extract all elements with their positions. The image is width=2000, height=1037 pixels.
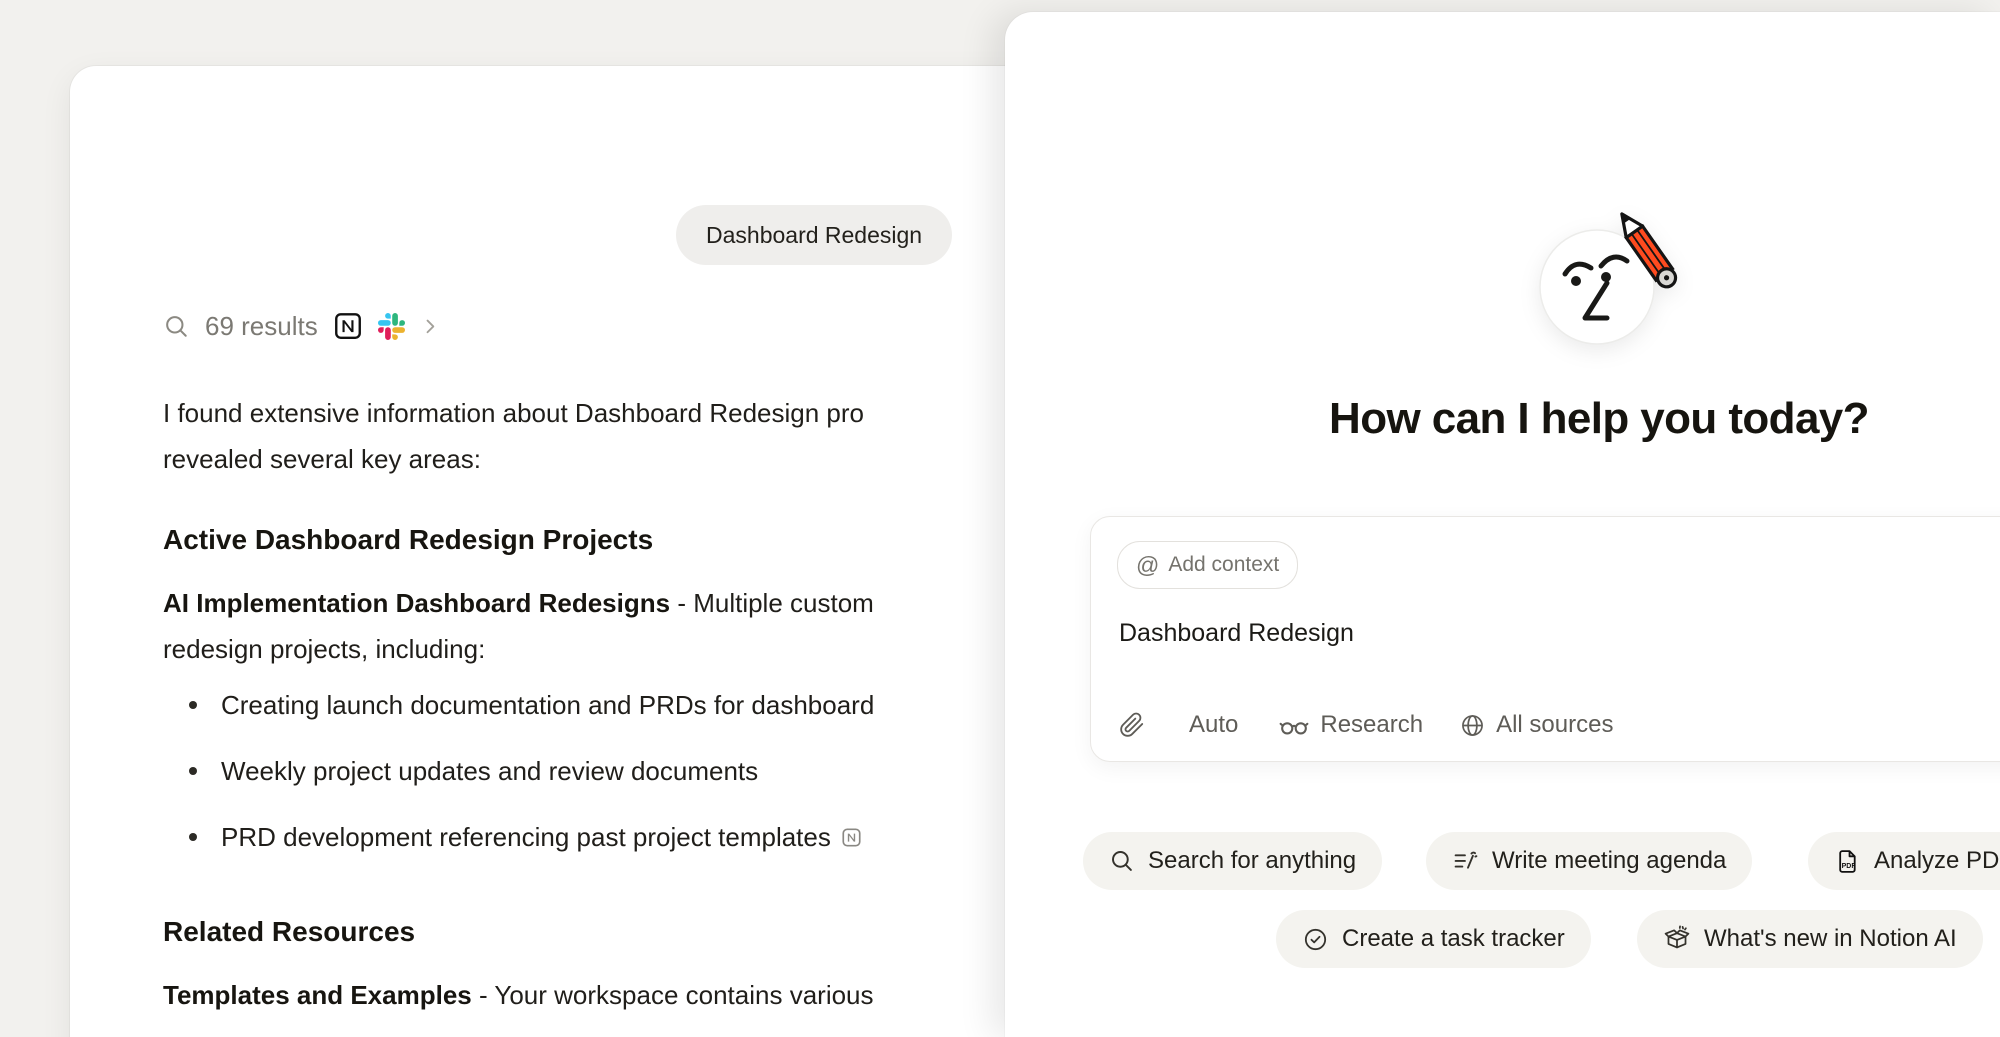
chip-label: Create a task tracker [1342,925,1565,953]
slack-icon [378,313,405,340]
notion-icon [333,311,363,341]
list-item: Weekly project updates and review docume… [163,754,874,788]
mode-label: Auto [1189,711,1238,739]
intro-line-1: I found extensive information about Dash… [163,390,864,436]
add-context-label: Add context [1168,553,1279,577]
pdf-icon: PDF [1834,848,1861,875]
search-icon [1109,848,1135,874]
project-summary-rest: - Multiple custom [670,588,874,618]
section-title-active-projects: Active Dashboard Redesign Projects [163,524,653,556]
suggestion-analyze-pdf[interactable]: PDF Analyze PDF [1808,832,2000,890]
list-item: Creating launch documentation and PRDs f… [163,688,874,722]
composer[interactable]: @ Add context Dashboard Redesign Auto [1090,516,2000,762]
agenda-pencil-icon [1452,848,1479,875]
notion-ai-screen: Dashboard Redesign 69 results I found ex… [0,0,2000,1037]
at-icon: @ [1136,554,1159,577]
composer-toolbar: Auto Research [1119,697,1613,753]
ai-chat-panel: How can I help you today? @ Add context … [1005,12,2000,1037]
templates-summary-line: Templates and Examples - Your workspace … [163,972,874,1018]
project-summary-line-2: redesign projects, including: [163,626,485,672]
bullet-text: Creating launch documentation and PRDs f… [221,688,874,722]
notion-ai-face-pencil-icon [1535,204,1705,364]
globe-icon [1459,712,1486,739]
search-results-panel: Dashboard Redesign 69 results I found ex… [70,66,1110,1037]
project-summary-bold: AI Implementation Dashboard Redesigns [163,588,670,618]
chip-label: Analyze PDF [1874,847,2000,875]
templates-summary-rest: - Your workspace contains various [472,980,874,1010]
paperclip-icon [1119,712,1145,738]
check-circle-icon [1302,926,1329,953]
chevron-right-icon [420,316,440,336]
sources-selector[interactable]: All sources [1459,711,1613,739]
notion-source-badge-icon[interactable] [841,827,862,848]
glasses-icon [1278,712,1310,738]
results-count: 69 results [205,311,318,342]
research-toggle[interactable]: Research [1278,711,1423,739]
chip-label: Write meeting agenda [1492,847,1726,875]
suggestion-create-task-tracker[interactable]: Create a task tracker [1276,910,1591,968]
topic-pill[interactable]: Dashboard Redesign [676,205,952,265]
project-summary-line-1: AI Implementation Dashboard Redesigns - … [163,580,874,626]
chip-label: What's new in Notion AI [1704,925,1957,953]
results-summary[interactable]: 69 results [163,300,440,352]
intro-line-2: revealed several key areas: [163,436,481,482]
bullet-text: PRD development referencing past project… [221,820,831,854]
suggestion-whats-new-notion-ai[interactable]: What's new in Notion AI [1637,910,1983,968]
svg-text:PDF: PDF [1842,862,1856,869]
project-bullet-list: Creating launch documentation and PRDs f… [163,688,874,886]
search-icon [163,313,190,340]
open-box-icon [1663,925,1691,953]
chip-label: Search for anything [1148,847,1356,875]
research-label: Research [1320,711,1423,739]
greeting-heading: How can I help you today? [1194,394,2000,444]
sources-label: All sources [1496,711,1613,739]
suggestion-write-meeting-agenda[interactable]: Write meeting agenda [1426,832,1752,890]
attach-button[interactable] [1119,712,1145,738]
list-item: PRD development referencing past project… [163,820,874,854]
suggestion-search-anything[interactable]: Search for anything [1083,832,1382,890]
templates-summary-bold: Templates and Examples [163,980,472,1010]
composer-input[interactable]: Dashboard Redesign [1119,619,1354,648]
section-title-related-resources: Related Resources [163,916,415,948]
add-context-button[interactable]: @ Add context [1117,541,1298,589]
bullet-text: Weekly project updates and review docume… [221,754,758,788]
mode-selector[interactable]: Auto [1189,711,1238,739]
